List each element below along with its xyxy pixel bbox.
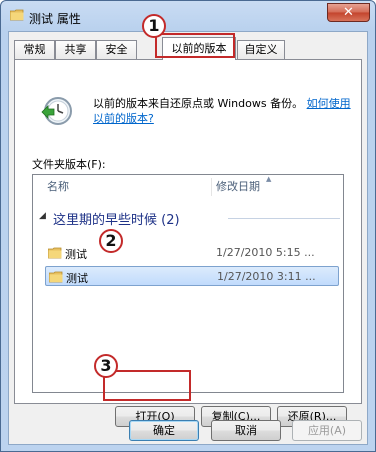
folder-icon: [10, 9, 24, 21]
callout-badge-1: 1: [142, 14, 166, 38]
sort-arrow-icon: ▲: [266, 175, 272, 183]
apply-button: 应用(A): [292, 420, 362, 441]
tab-sharing[interactable]: 共享: [55, 40, 96, 59]
versions-list[interactable]: 名称 ▲ 修改日期 ◢ 这里期的早些时候 (2) 测试 1/27/2010 5:…: [32, 174, 344, 393]
folder-icon: [49, 271, 63, 283]
close-icon: ✕: [343, 5, 354, 20]
version-date: 1/27/2010 5:15 ...: [216, 246, 315, 259]
info-description: 以前的版本来自还原点或 Windows 备份。 如何使用以前的版本?: [93, 96, 357, 126]
tab-security[interactable]: 安全: [96, 40, 137, 59]
previous-versions-panel: 以前的版本来自还原点或 Windows 备份。 如何使用以前的版本? 文件夹版本…: [14, 59, 362, 427]
group-title: 这里期的早些时候 (2): [53, 213, 180, 228]
group-divider: [228, 218, 340, 219]
title-bar[interactable]: 测试 属性 ✕: [1, 1, 375, 31]
version-name: 测试: [65, 248, 87, 261]
cancel-button[interactable]: 取消: [211, 420, 281, 441]
info-text: 以前的版本来自还原点或 Windows 备份。: [93, 97, 304, 110]
version-name: 测试: [66, 272, 88, 285]
callout-box-open: [103, 370, 191, 401]
restore-clock-icon: [41, 97, 72, 125]
version-row[interactable]: 测试 1/27/2010 5:15 ...: [45, 243, 339, 263]
close-button[interactable]: ✕: [327, 3, 370, 22]
window-title: 测试 属性: [29, 12, 81, 26]
ok-button[interactable]: 确定: [129, 420, 199, 441]
callout-box-tab: [155, 33, 235, 58]
callout-badge-3: 3: [94, 354, 118, 378]
version-date: 1/27/2010 3:11 ...: [217, 270, 316, 283]
folder-icon: [48, 247, 62, 259]
tab-customize[interactable]: 自定义: [237, 40, 285, 59]
column-separator[interactable]: [211, 178, 212, 196]
collapse-triangle-icon[interactable]: ◢: [39, 211, 46, 221]
callout-badge-2: 2: [99, 229, 123, 253]
column-name-header[interactable]: 名称: [47, 175, 69, 199]
folder-versions-label: 文件夹版本(F):: [32, 158, 106, 171]
tab-general[interactable]: 常规: [14, 40, 55, 59]
column-date-header[interactable]: 修改日期: [216, 175, 260, 199]
version-row-selected[interactable]: 测试 1/27/2010 3:11 ...: [45, 266, 339, 286]
